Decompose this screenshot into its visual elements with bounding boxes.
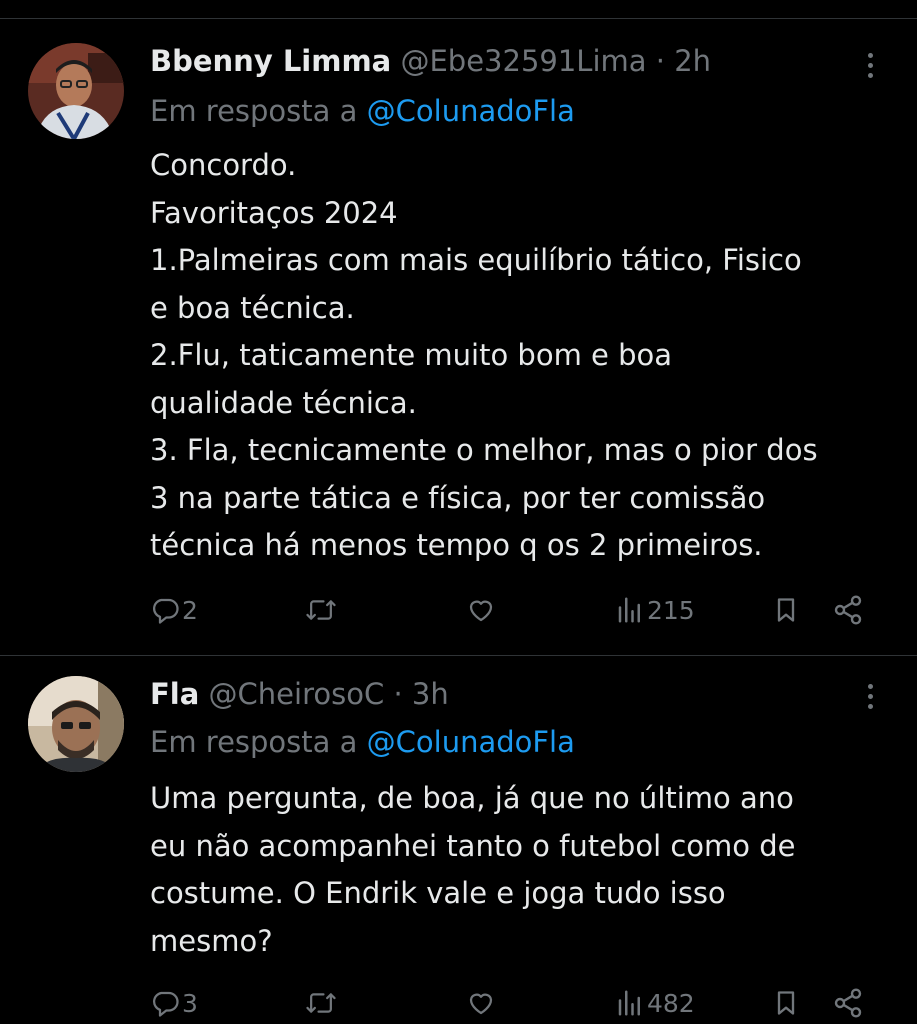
- bookmark-button[interactable]: [772, 590, 800, 630]
- more-options-button[interactable]: [858, 678, 882, 714]
- reply-count: 3: [182, 988, 198, 1018]
- tweet[interactable]: Fla @CheirosoC · 3h Em resposta a @Colun…: [0, 656, 917, 1024]
- tweet-text-line: Uma pergunta, de boa, já que no último a…: [150, 781, 794, 815]
- retweet-icon: [306, 993, 336, 1013]
- author-name[interactable]: Fla: [150, 677, 199, 711]
- bookmark-icon: [777, 991, 795, 1015]
- views-icon: [618, 990, 640, 1016]
- separator-dot: ·: [655, 44, 665, 78]
- tweet-text-line: costume. O Endrik vale e joga tudo isso: [150, 876, 726, 910]
- tweet-text-line: mesmo?: [150, 923, 273, 958]
- views-button[interactable]: 215: [615, 590, 695, 630]
- share-icon: [834, 595, 862, 625]
- tweet-text-line: 3 na parte tática e física, por ter comi…: [150, 480, 766, 515]
- tweet-text: Uma pergunta, de boa, já que no último a…: [150, 775, 895, 965]
- views-button[interactable]: 482: [615, 983, 695, 1023]
- tweet-text-line: 1.Palmeiras com mais equilíbrio tático, …: [150, 243, 802, 277]
- retweet-icon: [306, 600, 336, 620]
- retweet-button[interactable]: [305, 983, 339, 1023]
- reply-button[interactable]: 3: [150, 983, 198, 1023]
- views-count: 215: [647, 595, 695, 625]
- timestamp[interactable]: 3h: [412, 677, 449, 711]
- avatar[interactable]: [28, 43, 124, 139]
- tweet-text-line: Concordo.: [150, 148, 297, 182]
- tweet[interactable]: Bbenny Limma @Ebe32591Lima · 2h Em respo…: [0, 19, 917, 656]
- tweet-header: Fla @CheirosoC · 3h: [150, 674, 449, 714]
- more-vertical-icon: [867, 52, 873, 58]
- tweet-text: Concordo. Favoritaços 2024 1.Palmeiras c…: [150, 142, 895, 570]
- tweet-text-line: 3. Fla, tecnicamente o melhor, mas o pio…: [150, 433, 818, 467]
- action-bar: 2 215: [150, 590, 880, 630]
- bookmark-button[interactable]: [772, 983, 800, 1023]
- reply-context: Em resposta a @ColunadoFla: [150, 91, 575, 131]
- reply-button[interactable]: 2: [150, 590, 198, 630]
- tweet-text-line: e boa técnica.: [150, 290, 355, 325]
- retweet-button[interactable]: [305, 590, 339, 630]
- tweet-text-line: qualidade técnica.: [150, 385, 417, 420]
- tweet-text-line: eu não acompanhei tanto o futebol como d…: [150, 828, 796, 863]
- like-button[interactable]: [465, 983, 499, 1023]
- reply-context: Em resposta a @ColunadoFla: [150, 722, 575, 762]
- views-icon: [618, 597, 640, 623]
- reply-count: 2: [182, 595, 198, 625]
- reply-icon: [153, 991, 179, 1017]
- action-bar: 3 482: [150, 983, 880, 1023]
- reply-mention-link[interactable]: @ColunadoFla: [367, 94, 575, 128]
- reply-prefix: Em resposta a: [150, 94, 358, 128]
- tweet-header: Bbenny Limma @Ebe32591Lima · 2h: [150, 41, 711, 81]
- more-vertical-icon: [867, 683, 873, 689]
- reply-mention-link[interactable]: @ColunadoFla: [367, 725, 575, 759]
- more-options-button[interactable]: [858, 47, 882, 83]
- like-icon: [469, 600, 493, 622]
- timestamp[interactable]: 2h: [674, 44, 711, 78]
- separator-dot: ·: [393, 677, 403, 711]
- tweet-text-line: Favoritaços 2024: [150, 195, 398, 230]
- tweet-text-line: 2.Flu, taticamente muito bom e boa: [150, 338, 673, 372]
- avatar[interactable]: [28, 676, 124, 772]
- reply-prefix: Em resposta a: [150, 725, 358, 759]
- share-button[interactable]: [832, 983, 864, 1023]
- tweet-text-line: técnica há menos tempo q os 2 primeiros.: [150, 528, 763, 562]
- share-icon: [834, 988, 862, 1018]
- like-button[interactable]: [465, 590, 499, 630]
- author-name[interactable]: Bbenny Limma: [150, 44, 391, 78]
- bookmark-icon: [777, 598, 795, 622]
- author-handle[interactable]: @Ebe32591Lima: [400, 44, 646, 78]
- share-button[interactable]: [832, 590, 864, 630]
- views-count: 482: [647, 988, 695, 1018]
- reply-icon: [153, 598, 179, 624]
- like-icon: [469, 993, 493, 1015]
- author-handle[interactable]: @CheirosoC: [209, 677, 385, 711]
